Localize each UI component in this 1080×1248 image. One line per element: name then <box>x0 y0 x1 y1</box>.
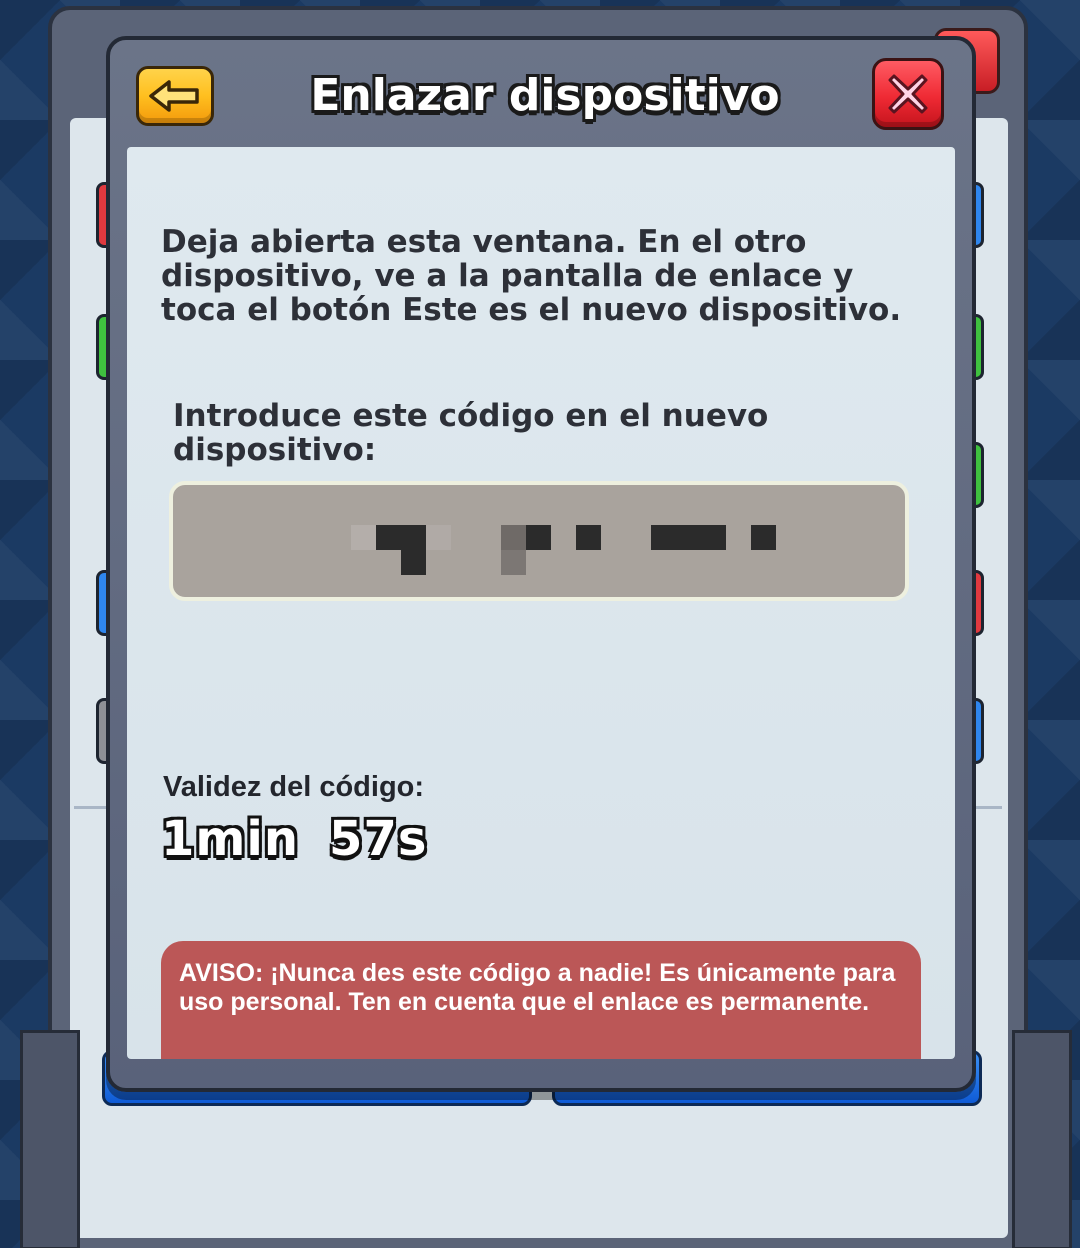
close-x-icon <box>888 74 928 114</box>
redaction-pixel <box>501 550 526 575</box>
code-validity-label: Validez del código: <box>163 771 425 803</box>
code-label: Introduce este código en el nuevo dispos… <box>173 398 769 468</box>
code-display <box>169 481 909 601</box>
redaction-pixel <box>576 525 601 550</box>
timer-seconds: 57s <box>329 811 428 867</box>
arrow-left-icon <box>149 80 199 112</box>
link-device-dialog: Enlazar dispositivo Deja abierta esta ve… <box>106 36 976 1092</box>
background-corner-block <box>1012 1030 1072 1248</box>
instructions-text: Deja abierta esta ventana. En el otro di… <box>161 224 902 328</box>
redaction-pixel <box>501 525 526 550</box>
redaction-pixel <box>351 525 376 550</box>
dialog-title: Enlazar dispositivo <box>310 70 780 121</box>
redaction-pixel <box>376 525 426 550</box>
timer-minutes: 1min <box>161 811 300 867</box>
redaction-pixel <box>426 525 451 550</box>
redaction-pixel <box>401 550 426 575</box>
warning-text: AVISO: ¡Nunca des este código a nadie! E… <box>179 959 896 1016</box>
background-corner-block <box>20 1030 80 1248</box>
countdown-timer: 1min 57s <box>161 811 457 867</box>
redaction-pixel <box>526 525 551 550</box>
back-button[interactable] <box>136 66 214 126</box>
warning-box: AVISO: ¡Nunca des este código a nadie! E… <box>161 941 921 1059</box>
redaction-pixel <box>651 525 726 550</box>
close-button[interactable] <box>872 58 944 130</box>
dialog-body: Deja abierta esta ventana. En el otro di… <box>127 147 955 1059</box>
redaction-pixel <box>751 525 776 550</box>
